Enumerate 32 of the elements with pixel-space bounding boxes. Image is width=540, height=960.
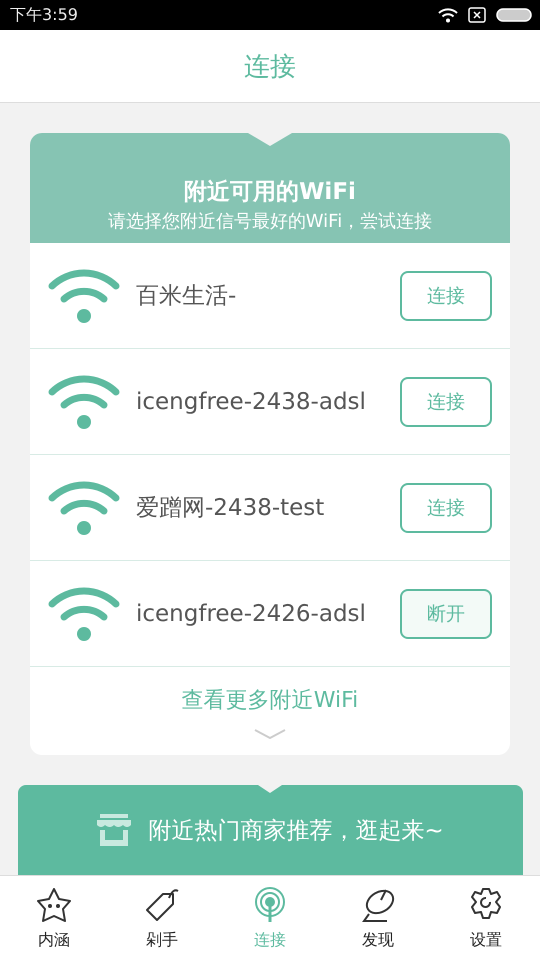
tab[interactable]: 连接 [216, 876, 324, 960]
pointer-notch [258, 785, 282, 793]
network-name: icengfree-2438-adsl [136, 388, 367, 414]
tab[interactable]: 内涵 [0, 876, 108, 960]
star-icon [35, 886, 73, 924]
chevron-down-icon [254, 729, 286, 739]
wifi-icon [48, 374, 120, 430]
disconnect-button[interactable]: 断开 [400, 588, 492, 638]
network-name: 爱蹭网-2438-test [136, 494, 326, 523]
connect-button[interactable]: 连接 [400, 482, 492, 532]
wifi-icon [48, 586, 120, 642]
shop-icon [96, 813, 132, 847]
more-wifi-link[interactable]: 查看更多附近WiFi [182, 685, 358, 715]
merchant-banner[interactable]: 附近热门商家推荐，逛起来~ [18, 785, 522, 875]
page-title: 连接 [244, 50, 296, 84]
tab[interactable]: 剁手 [108, 876, 216, 960]
card-subtitle: 请选择您附近信号最好的WiFi，尝试连接 [108, 210, 432, 233]
connect-button[interactable]: 连接 [400, 270, 492, 320]
status-time: 下午3:59 [10, 4, 78, 26]
battery-icon [496, 7, 532, 23]
tab[interactable]: 发现 [324, 876, 432, 960]
wifi-icon [48, 480, 120, 536]
pointer-notch [248, 133, 292, 146]
network-name: 百米生活- [136, 282, 238, 311]
tab[interactable]: 设置 [432, 876, 540, 960]
no-sim-icon [468, 7, 486, 23]
wifi-signal-icon [438, 7, 458, 23]
wifi-icon [48, 268, 120, 324]
banner-text: 附近热门商家推荐，逛起来~ [148, 816, 444, 846]
card-title: 附近可用的WiFi [184, 178, 356, 207]
network-name: icengfree-2426-adsl [136, 600, 367, 626]
connect-button[interactable]: 连接 [400, 376, 492, 426]
